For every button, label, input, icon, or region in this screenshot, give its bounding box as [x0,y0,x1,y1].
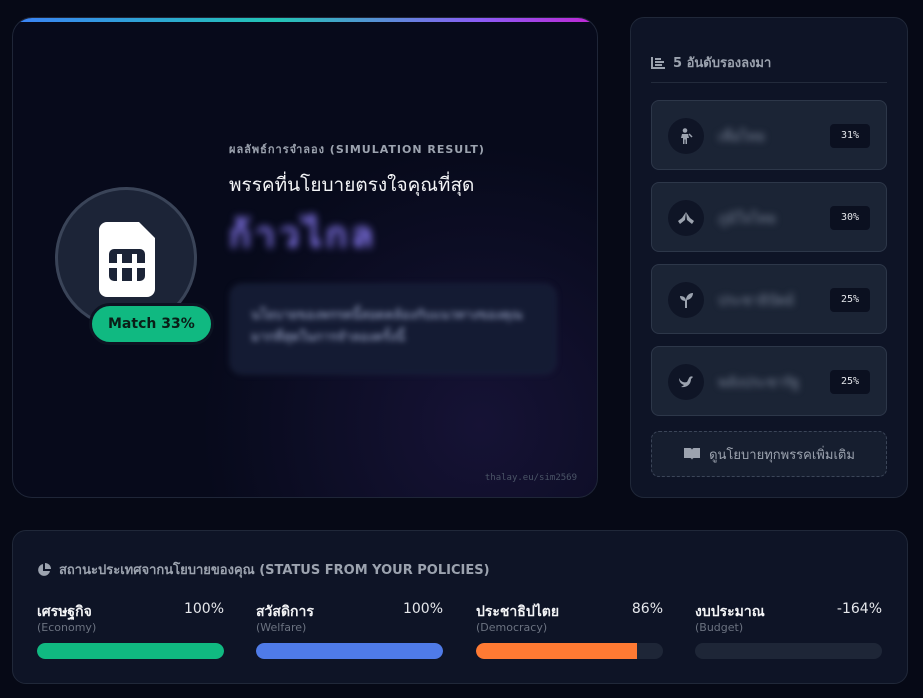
divider [651,82,887,83]
stat-progress-track [476,643,663,659]
page-title: พรรคที่นโยบายตรงใจคุณที่สุด [229,174,475,196]
ranking-item[interactable]: ภูมิใจไทย 30% [651,182,887,252]
stat-progress-fill [37,643,224,659]
stat-value: 86% [631,601,663,617]
ranking-party-name: พลังประชารัฐ [718,375,800,391]
party-name: ก้าวไกล [229,215,378,256]
top-gradient-bar [13,18,597,22]
ranking-percent: 31% [830,124,870,148]
stat-title: งบประมาณ [695,604,765,620]
sprout-icon [668,282,704,318]
ranking-percent: 30% [830,206,870,230]
stat-value: 100% [183,601,224,617]
ranking-percent: 25% [830,370,870,394]
ranking-party-name: เพื่อไทย [718,129,765,145]
ranking-percent: 25% [830,288,870,312]
person-icon [668,118,704,154]
party-description-box: นโยบายของพรรคนี้สอดคล้องกับแนวทางของคุณม… [230,284,556,374]
bird-icon [668,364,704,400]
status-panel: สถานะประเทศจากนโยบายของคุณ (STATUS FROM … [12,530,908,684]
ranking-item[interactable]: เพื่อไทย 31% [651,100,887,170]
ranking-party-name: ประชาธิปัตย์ [718,293,795,309]
stat-title: เศรษฐกิจ [37,604,92,620]
stat-value: -164% [836,601,882,617]
stat-value: 100% [402,601,443,617]
stat-progress-fill [476,643,637,659]
ranking-panel: 5 อันดับรองลงมา เพื่อไทย 31% ภูมิใจไทย 3… [630,17,908,498]
book-icon [684,448,701,460]
stat-subtitle: (Democracy) [476,621,548,634]
stat-progress-track [695,643,882,659]
stat-subtitle: (Welfare) [256,621,307,634]
ranking-item[interactable]: ประชาธิปัตย์ 25% [651,264,887,334]
stat-progress-fill [256,643,443,659]
footer-link[interactable]: thalay.eu/sim2569 [485,473,577,483]
ranking-title: 5 อันดับรองลงมา [673,56,772,71]
pie-chart-icon [38,562,51,576]
ranking-list-icon [651,56,665,69]
stat-progress-track [37,643,224,659]
status-header: สถานะประเทศจากนโยบายของคุณ (STATUS FROM … [37,559,490,580]
stat-title: ประชาธิปไตย [476,604,560,620]
stat-title: สวัสดิการ [256,604,314,620]
ranking-item[interactable]: พลังประชารัฐ 25% [651,346,887,416]
stat-progress-track [256,643,443,659]
match-badge: Match 33% [89,303,214,345]
status-title: สถานะประเทศจากนโยบายของคุณ (STATUS FROM … [59,563,490,578]
simulation-label: ผลลัพธ์การจำลอง (SIMULATION RESULT) [229,143,485,156]
stat-subtitle: (Economy) [37,621,97,634]
stat-subtitle: (Budget) [695,621,744,634]
sim-card-icon [99,222,155,297]
result-card: Match 33% ผลลัพธ์การจำลอง (SIMULATION RE… [12,17,598,498]
ranking-party-name: ภูมิใจไทย [718,211,776,227]
ranking-header: 5 อันดับรองลงมา [651,52,771,73]
view-all-policies-label: ดูนโยบายทุกพรรคเพิ่มเติม [709,447,855,463]
view-all-policies-button[interactable]: ดูนโยบายทุกพรรคเพิ่มเติม [651,431,887,477]
hands-icon [668,200,704,236]
party-description: นโยบายของพรรคนี้สอดคล้องกับแนวทางของคุณม… [251,308,523,345]
